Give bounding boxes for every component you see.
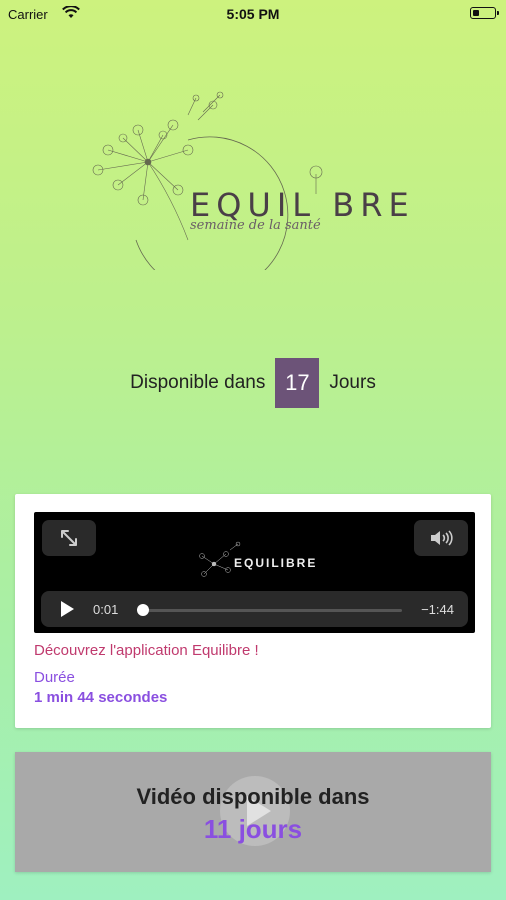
fullscreen-button[interactable]: [42, 520, 96, 556]
current-time: 0:01: [93, 602, 119, 617]
volume-button[interactable]: [414, 520, 468, 556]
locked-video-card[interactable]: Vidéo disponible dans 11 jours: [15, 752, 491, 872]
status-bar: Carrier 5:05 PM: [0, 0, 506, 28]
seek-handle[interactable]: [136, 604, 149, 616]
remaining-time: −1:44: [421, 602, 454, 617]
locked-video-message: Vidéo disponible dans: [136, 784, 370, 809]
locked-video-days: 11 jours: [203, 814, 303, 844]
duration-label: Durée: [34, 669, 75, 686]
duration-value: 1 min 44 secondes: [34, 689, 168, 706]
dandelion-illustration: [92, 91, 323, 294]
brand-tagline: semaine de la santé: [190, 218, 321, 233]
battery-icon: [470, 7, 499, 19]
countdown-days-badge: 17: [275, 358, 320, 408]
volume-icon: [431, 530, 453, 546]
mini-brand-name: EQUILIBRE: [234, 556, 318, 570]
seek-bar[interactable]: [136, 604, 402, 616]
video-player[interactable]: EQUILIBRE 0:01 −1:44: [34, 512, 475, 633]
video-card: EQUILIBRE 0:01 −1:44 Découvrez l'applica…: [15, 494, 491, 728]
countdown-prefix: Disponible dans: [130, 372, 266, 393]
play-icon[interactable]: [59, 600, 75, 618]
countdown-suffix: Jours: [329, 372, 376, 393]
availability-countdown: Disponible dans 17 Jours: [0, 358, 506, 408]
status-time: 5:05 PM: [226, 6, 280, 22]
video-title: Découvrez l'application Equilibre !: [34, 642, 259, 659]
equilibre-logo: EQUIL BRE semaine de la santé: [78, 90, 418, 294]
video-thumbnail-logo: EQUILIBRE: [194, 540, 324, 590]
expand-icon: [61, 530, 77, 546]
playback-bar: 0:01 −1:44: [41, 591, 468, 627]
